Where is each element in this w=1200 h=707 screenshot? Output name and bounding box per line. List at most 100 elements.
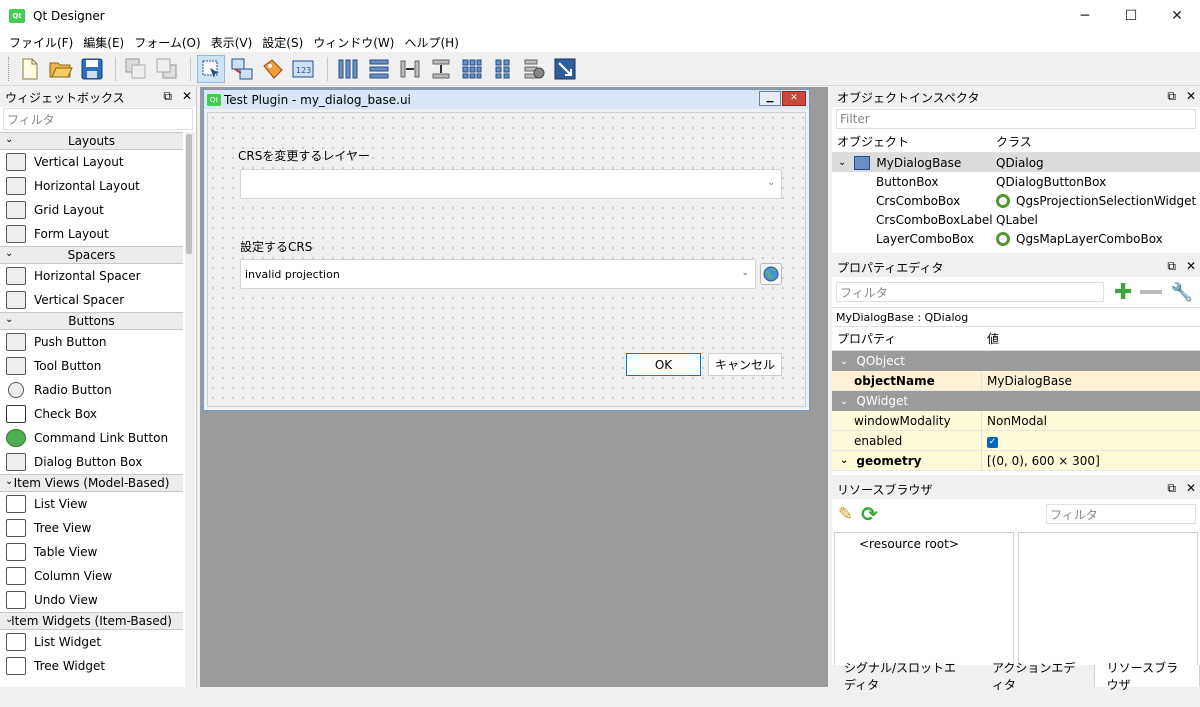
column-class[interactable]: クラス xyxy=(992,133,1200,150)
tab-action-editor[interactable]: アクションエディタ xyxy=(980,661,1094,692)
layout-vertical-splitter-icon[interactable] xyxy=(427,55,455,83)
widget-column-view[interactable]: Column View xyxy=(0,564,183,588)
configure-wrench-icon[interactable]: 🔧 xyxy=(1170,282,1192,303)
widget-push-button[interactable]: Push Button xyxy=(0,330,183,354)
menu-edit[interactable]: 編集(E) xyxy=(78,34,129,51)
menu-help[interactable]: ヘルプ(H) xyxy=(399,34,463,51)
group-qobject[interactable]: ⌄ QObject xyxy=(832,351,1200,371)
column-property[interactable]: プロパティ xyxy=(832,330,982,347)
widget-table-view[interactable]: Table View xyxy=(0,540,183,564)
object-filter-input[interactable]: Filter xyxy=(836,109,1196,129)
crs-label[interactable]: 設定するCRS xyxy=(240,238,312,255)
chevron-down-icon[interactable]: ⌄ xyxy=(840,455,848,466)
close-button[interactable]: ✕ xyxy=(1154,0,1200,32)
edit-tab-order-icon[interactable]: 123 xyxy=(290,55,318,83)
property-row-windowmodality[interactable]: windowModality NonModal xyxy=(832,410,1200,431)
widget-tree-view[interactable]: Tree View xyxy=(0,516,183,540)
property-filter-input[interactable]: フィルタ xyxy=(836,282,1104,302)
layer-label[interactable]: CRSを変更するレイヤー xyxy=(238,147,370,164)
close-icon[interactable]: ✕ xyxy=(182,89,192,104)
tab-resource-browser[interactable]: リソースブラウザ xyxy=(1093,661,1200,692)
edit-widgets-icon[interactable] xyxy=(197,54,225,83)
globe-icon[interactable] xyxy=(760,263,782,285)
widget-tool-button[interactable]: Tool Button xyxy=(0,354,183,378)
property-value[interactable]: MyDialogBase xyxy=(982,374,1200,388)
category-spacers[interactable]: ⌄ Spacers xyxy=(0,246,183,264)
crs-combobox[interactable]: invalid projection ⌄ xyxy=(240,259,756,289)
adjust-size-icon[interactable] xyxy=(551,55,579,83)
object-row[interactable]: CrsComboBoxLabel QLabel xyxy=(832,210,1200,229)
add-property-icon[interactable]: ✚ xyxy=(1114,280,1132,305)
menu-window[interactable]: ウィンドウ(W) xyxy=(308,34,399,51)
widget-list-view[interactable]: List View xyxy=(0,492,183,516)
bring-to-front-icon[interactable] xyxy=(153,55,181,83)
menu-settings[interactable]: 設定(S) xyxy=(257,34,308,51)
object-row[interactable]: ⌄ MyDialogBase QDialog xyxy=(832,153,1200,172)
widget-list-widget[interactable]: List Widget xyxy=(0,630,183,654)
property-row-objectname[interactable]: objectName MyDialogBase xyxy=(832,370,1200,391)
toolbar-grip[interactable] xyxy=(8,56,12,81)
category-layouts[interactable]: ⌄ Layouts xyxy=(0,132,183,150)
open-file-icon[interactable] xyxy=(47,55,75,83)
edit-signals-slots-icon[interactable] xyxy=(228,55,256,83)
float-icon[interactable]: ⧉ xyxy=(1167,481,1176,496)
float-icon[interactable]: ⧉ xyxy=(163,89,172,104)
widget-horizontal-layout[interactable]: Horizontal Layout xyxy=(0,174,183,198)
widget-box-scrollbar[interactable] xyxy=(185,132,195,687)
close-icon[interactable]: ✕ xyxy=(1186,481,1196,496)
edit-buddies-icon[interactable] xyxy=(259,55,287,83)
category-item-views[interactable]: ⌄ Item Views (Model-Based) xyxy=(0,474,183,492)
widget-tree-widget[interactable]: Tree Widget xyxy=(0,654,183,678)
menu-file[interactable]: ファイル(F) xyxy=(4,34,78,51)
maximize-button[interactable]: ☐ xyxy=(1108,0,1154,32)
form-close-button[interactable]: ✕ xyxy=(782,91,806,106)
form-minimize-button[interactable]: ▁ xyxy=(759,91,781,106)
column-value[interactable]: 値 xyxy=(982,330,999,347)
float-icon[interactable]: ⧉ xyxy=(1167,89,1176,104)
form-window-titlebar[interactable]: Qt Test Plugin - my_dialog_base.ui ▁ ✕ xyxy=(204,90,809,109)
float-icon[interactable]: ⧉ xyxy=(1167,259,1176,274)
widget-dialog-button-box[interactable]: Dialog Button Box xyxy=(0,450,183,474)
object-row[interactable]: LayerComboBox QgsMapLayerComboBox xyxy=(832,229,1200,248)
minimize-button[interactable]: ─ xyxy=(1062,0,1108,32)
scrollbar-thumb[interactable] xyxy=(186,134,192,254)
layout-grid-icon[interactable] xyxy=(458,55,486,83)
layer-combobox[interactable]: ⌄ xyxy=(240,169,782,199)
layout-form-icon[interactable] xyxy=(489,55,517,83)
category-buttons[interactable]: ⌄ Buttons xyxy=(0,312,183,330)
category-item-widgets[interactable]: ⌄ Item Widgets (Item-Based) xyxy=(0,612,183,630)
form-canvas[interactable]: CRSを変更するレイヤー ⌄ 設定するCRS invalid projectio… xyxy=(207,112,806,407)
ok-button[interactable]: OK xyxy=(626,353,701,376)
save-icon[interactable] xyxy=(78,55,106,83)
property-value[interactable]: NonModal xyxy=(982,414,1200,428)
object-row[interactable]: ButtonBox QDialogButtonBox xyxy=(832,172,1200,191)
widget-vertical-spacer[interactable]: Vertical Spacer xyxy=(0,288,183,312)
group-qwidget[interactable]: ⌄ QWidget xyxy=(832,391,1200,411)
tab-signal-slot-editor[interactable]: シグナル/スロットエディタ xyxy=(832,661,980,692)
enabled-checkbox[interactable]: ✓ xyxy=(987,437,998,448)
column-object[interactable]: オブジェクト xyxy=(832,133,992,150)
cancel-button[interactable]: キャンセル xyxy=(708,353,782,376)
edit-resources-pencil-icon[interactable]: ✎ xyxy=(838,504,853,525)
widget-command-link-button[interactable]: Command Link Button xyxy=(0,426,183,450)
widget-grid-layout[interactable]: Grid Layout xyxy=(0,198,183,222)
object-row[interactable]: CrsComboBox QgsProjectionSelectionWidget xyxy=(832,191,1200,210)
resource-list[interactable] xyxy=(1018,532,1198,666)
remove-property-icon[interactable] xyxy=(1140,290,1163,294)
close-icon[interactable]: ✕ xyxy=(1186,259,1196,274)
widget-form-layout[interactable]: Form Layout xyxy=(0,222,183,246)
form-window[interactable]: Qt Test Plugin - my_dialog_base.ui ▁ ✕ C… xyxy=(203,89,810,411)
reload-icon[interactable]: ⟳ xyxy=(861,502,878,526)
layout-vertical-icon[interactable] xyxy=(365,55,393,83)
close-icon[interactable]: ✕ xyxy=(1186,89,1196,104)
send-to-back-icon[interactable] xyxy=(122,55,150,83)
property-row-geometry[interactable]: ⌄ geometry [(0, 0), 600 × 300] xyxy=(832,450,1200,471)
widget-radio-button[interactable]: Radio Button xyxy=(0,378,183,402)
resource-root[interactable]: <resource root> xyxy=(859,537,959,551)
resource-tree[interactable]: <resource root> xyxy=(834,532,1014,666)
property-value[interactable]: [(0, 0), 600 × 300] xyxy=(982,454,1200,468)
widget-check-box[interactable]: Check Box xyxy=(0,402,183,426)
break-layout-icon[interactable] xyxy=(520,55,548,83)
chevron-down-icon[interactable]: ⌄ xyxy=(838,157,846,168)
layout-horizontal-icon[interactable] xyxy=(334,55,362,83)
